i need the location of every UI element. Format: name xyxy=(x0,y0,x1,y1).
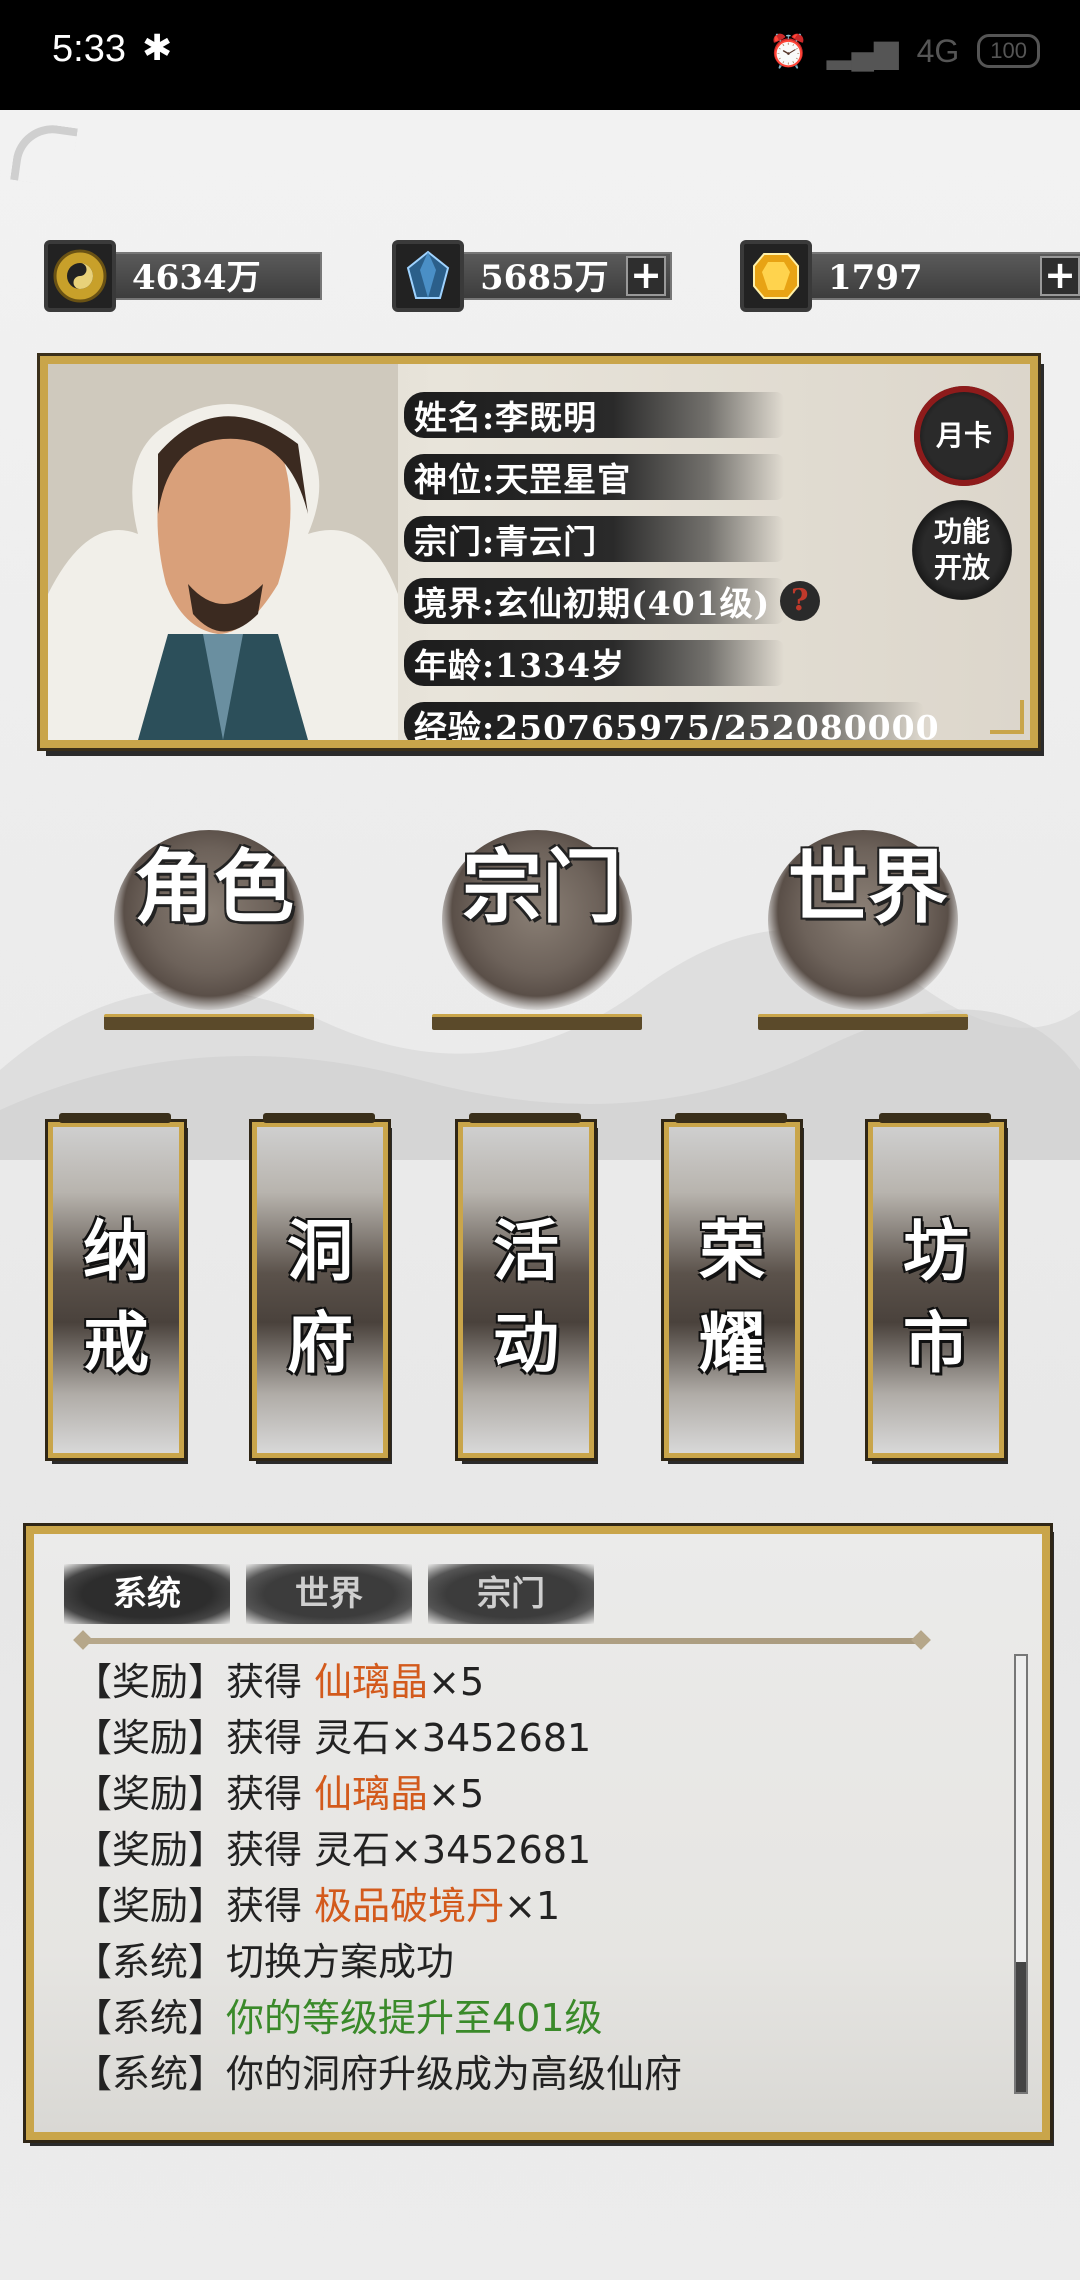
profile-age-row: 年龄:1334岁 xyxy=(404,632,940,694)
market-label: 坊市 xyxy=(903,1212,969,1382)
log-line: 【系统】你的洞府升级成为高级仙府 xyxy=(74,2046,1014,2102)
profile-info: 姓名:李既明 神位:天罡星官 宗门:青云门 境界:玄仙初期(401级)? 年龄:… xyxy=(404,384,940,747)
month-card-label: 月卡 xyxy=(935,419,992,452)
sect-label: 宗门 xyxy=(462,840,622,934)
network-type: 4G xyxy=(916,32,960,69)
stand xyxy=(758,1014,968,1030)
cave-dwelling-button[interactable]: 洞府 xyxy=(249,1113,391,1461)
profile-exp-row: 经验:250765975/252080000 xyxy=(404,694,940,747)
log-text: 获得 xyxy=(226,1772,315,1816)
role-button[interactable]: 角色 xyxy=(104,830,324,1030)
log-text: 获得 xyxy=(226,1660,315,1704)
log-highlight: 你的等级提升至401级 xyxy=(226,1996,603,2040)
feature-open-label: 功能开放 xyxy=(933,515,990,584)
log-list: 【奖励】获得 仙璃晶×5 【奖励】获得 灵石×3452681 【奖励】获得 仙璃… xyxy=(74,1654,1014,2102)
taiji-coin-icon xyxy=(44,240,116,312)
add-gold-button[interactable]: + xyxy=(1040,256,1080,296)
signal-icon: ▂▄▆ xyxy=(826,33,899,69)
bluetooth-icon: ✱ xyxy=(142,28,173,69)
market-button[interactable]: 坊市 xyxy=(865,1113,1007,1461)
log-text: 切换方案成功 xyxy=(226,1940,455,1984)
message-log-panel: 系统 世界 宗门 【奖励】获得 仙璃晶×5 【奖励】获得 灵石×3452681 … xyxy=(23,1523,1053,2143)
status-time: 5:33 xyxy=(52,28,126,70)
log-line: 【奖励】获得 极品破境丹×1 xyxy=(74,1878,1014,1934)
character-portrait[interactable] xyxy=(48,364,398,740)
profile-realm-row: 境界:玄仙初期(401级)? xyxy=(404,570,940,632)
profile-rank-row: 神位:天罡星官 xyxy=(404,446,940,508)
currency-spirit-coin: 4634万 xyxy=(44,240,322,312)
log-line: 【奖励】获得 仙璃晶×5 xyxy=(74,1766,1014,1822)
activity-button[interactable]: 活动 xyxy=(455,1113,597,1461)
status-right: ⏰ ▂▄▆ 4G 100 xyxy=(769,32,1040,70)
role-label: 角色 xyxy=(134,840,294,934)
tab-system[interactable]: 系统 xyxy=(64,1564,230,1624)
log-line: 【奖励】获得 灵石×3452681 xyxy=(74,1710,1014,1766)
scrollbar-thumb[interactable] xyxy=(1016,1962,1026,2092)
glory-label: 荣耀 xyxy=(699,1212,765,1382)
ring-storage-label: 纳戒 xyxy=(83,1212,149,1382)
log-line: 【系统】你的等级提升至401级 xyxy=(74,1990,1014,2046)
world-label: 世界 xyxy=(788,840,948,934)
divider xyxy=(82,1638,922,1644)
add-crystal-button[interactable]: + xyxy=(626,256,666,296)
profile-name: 姓名:李既明 xyxy=(414,398,598,437)
profile-sect: 宗门:青云门 xyxy=(414,522,598,561)
log-line: 【系统】切换方案成功 xyxy=(74,1934,1014,1990)
log-tail: ×5 xyxy=(428,1660,485,1704)
log-highlight: 仙璃晶 xyxy=(314,1660,429,1704)
stand xyxy=(104,1014,314,1030)
profile-rank: 神位:天罡星官 xyxy=(414,460,632,499)
help-icon[interactable]: ? xyxy=(780,581,821,621)
alarm-icon: ⏰ xyxy=(768,33,809,69)
cave-dwelling-label: 洞府 xyxy=(287,1212,353,1382)
stand xyxy=(432,1014,642,1030)
currency-value: 4634万 xyxy=(112,252,322,300)
month-card-button[interactable]: 月卡 xyxy=(914,386,1014,486)
log-highlight: 仙璃晶 xyxy=(314,1772,429,1816)
tab-world[interactable]: 世界 xyxy=(246,1564,412,1624)
profile-exp: 经验:250765975/252080000 xyxy=(414,708,940,747)
log-text: 你的洞府升级成为高级仙府 xyxy=(226,2052,683,2096)
status-bar: 5:33 ✱ ⏰ ▂▄▆ 4G 100 xyxy=(0,0,1080,110)
log-tag: 【奖励】 xyxy=(74,1884,227,1928)
tab-sect[interactable]: 宗门 xyxy=(428,1564,594,1624)
log-tail: ×1 xyxy=(504,1884,561,1928)
log-tag: 【奖励】 xyxy=(74,1772,227,1816)
log-tag: 【系统】 xyxy=(74,1940,227,1984)
feature-open-button[interactable]: 功能开放 xyxy=(912,500,1012,600)
sect-button[interactable]: 宗门 xyxy=(432,830,652,1030)
log-line: 【奖励】获得 仙璃晶×5 xyxy=(74,1654,1014,1710)
log-line: 【奖励】获得 灵石×3452681 xyxy=(74,1822,1014,1878)
log-text: 获得 灵石×3452681 xyxy=(226,1828,592,1872)
log-highlight: 极品破境丹 xyxy=(314,1884,505,1928)
frame-corner xyxy=(990,700,1024,734)
profile-card: 姓名:李既明 神位:天罡星官 宗门:青云门 境界:玄仙初期(401级)? 年龄:… xyxy=(37,353,1041,751)
currency-gold: 1797 + xyxy=(740,240,1080,312)
currency-crystal: 5685万 + xyxy=(392,240,672,312)
back-arc-icon[interactable] xyxy=(10,120,78,188)
log-tag: 【奖励】 xyxy=(74,1660,227,1704)
log-tag: 【系统】 xyxy=(74,1996,227,2040)
log-tag: 【奖励】 xyxy=(74,1716,227,1760)
log-tag: 【系统】 xyxy=(74,2052,227,2096)
activity-label: 活动 xyxy=(493,1212,559,1382)
log-text: 获得 灵石×3452681 xyxy=(226,1716,592,1760)
world-button[interactable]: 世界 xyxy=(758,830,978,1030)
profile-realm: 境界:玄仙初期(401级) xyxy=(414,584,771,623)
gold-gem-icon xyxy=(740,240,812,312)
profile-age: 年龄:1334岁 xyxy=(414,646,626,685)
glory-button[interactable]: 荣耀 xyxy=(661,1113,803,1461)
battery-icon: 100 xyxy=(977,34,1040,68)
log-tail: ×5 xyxy=(428,1772,485,1816)
log-tabs: 系统 世界 宗门 xyxy=(64,1564,594,1624)
blue-crystal-icon xyxy=(392,240,464,312)
log-tag: 【奖励】 xyxy=(74,1828,227,1872)
profile-sect-row: 宗门:青云门 xyxy=(404,508,940,570)
log-text: 获得 xyxy=(226,1884,315,1928)
profile-name-row: 姓名:李既明 xyxy=(404,384,940,446)
ring-storage-button[interactable]: 纳戒 xyxy=(45,1113,187,1461)
log-scrollbar[interactable] xyxy=(1014,1654,1028,2094)
